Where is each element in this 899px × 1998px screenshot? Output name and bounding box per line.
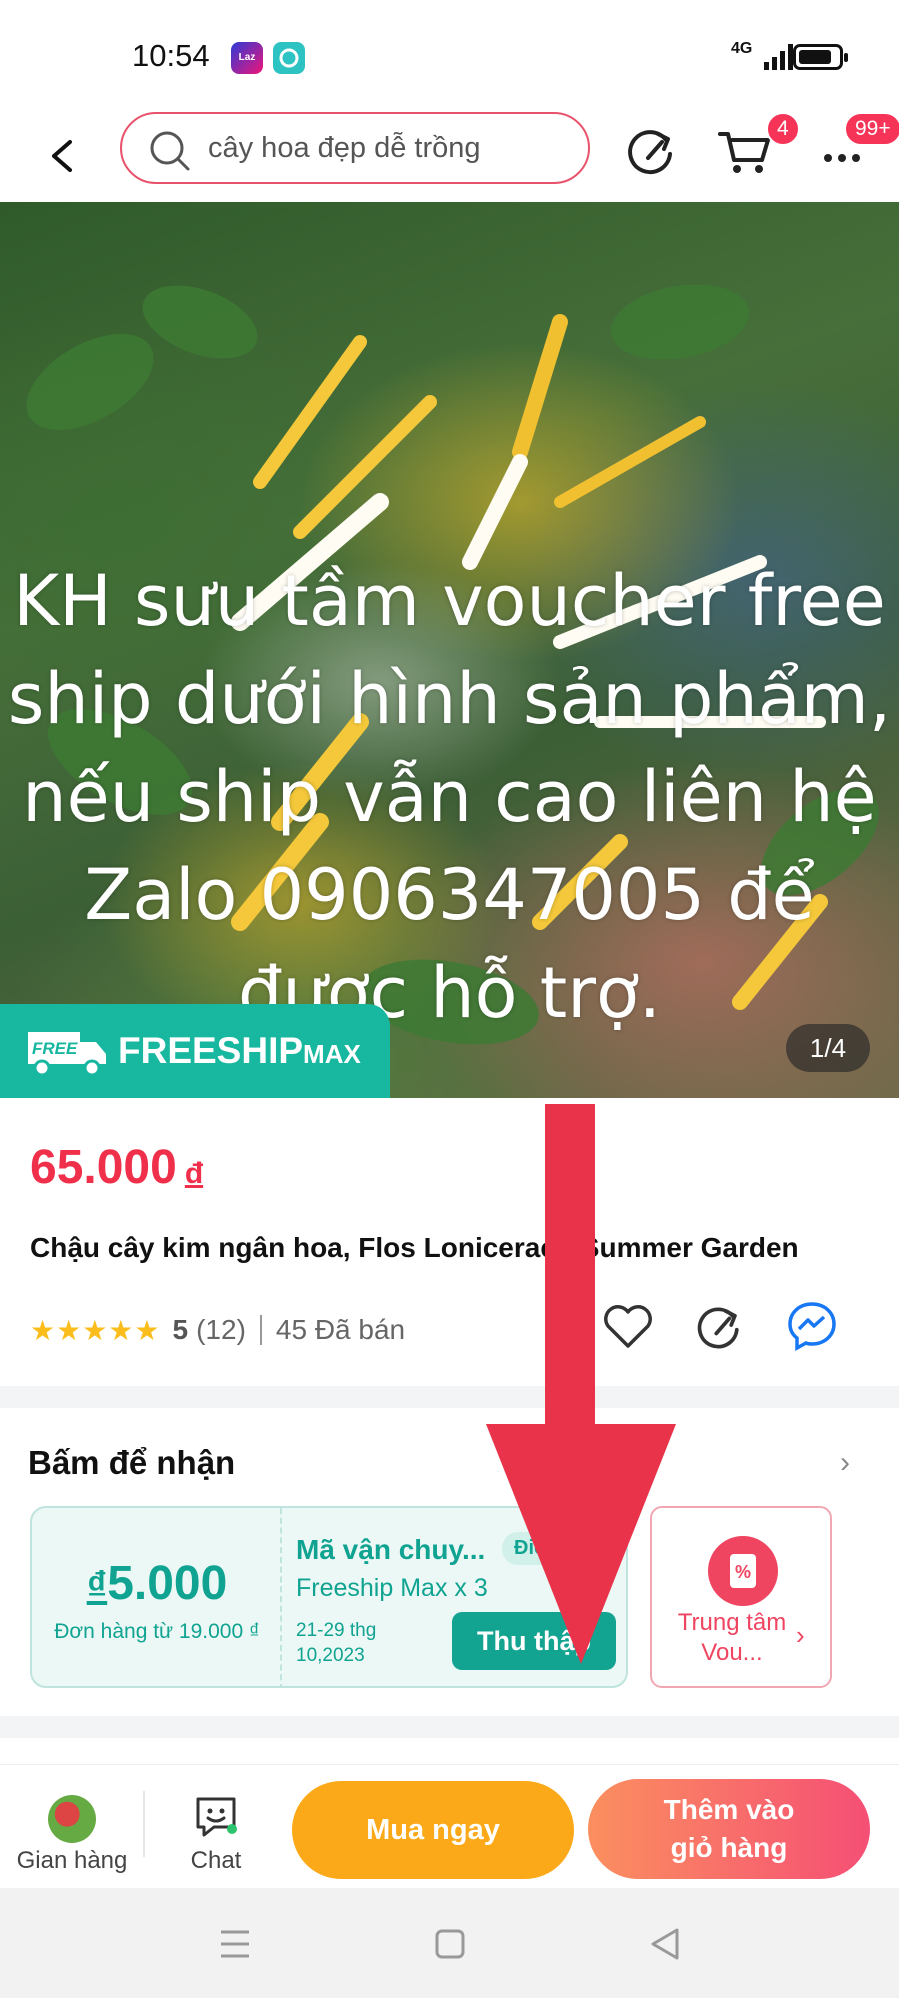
voucher-currency: ₫	[86, 1564, 108, 1608]
section-divider	[0, 1386, 899, 1408]
image-counter: 1/4	[786, 1024, 870, 1072]
voucher-amount-value: 5.000	[107, 1557, 228, 1610]
recent-apps-button[interactable]	[215, 1924, 255, 1964]
chevron-left-icon	[52, 140, 72, 172]
freeship-max-label: MAX	[303, 1039, 361, 1069]
battery-icon	[793, 44, 848, 70]
rating-stars: ★★★★★	[30, 1314, 161, 1346]
price-currency: đ	[184, 1157, 204, 1190]
freeship-label: FREESHIP	[118, 1030, 304, 1071]
zalo-app-icon	[273, 42, 305, 74]
home-button[interactable]	[430, 1924, 470, 1964]
svg-text:%: %	[735, 1562, 751, 1582]
system-nav-bar	[0, 1888, 899, 1998]
voucher-value-panel: ₫5.000 Đơn hàng từ 19.000 ₫	[32, 1508, 282, 1686]
product-image-carousel[interactable]: KH sưu tầm voucher free ship dưới hình s…	[0, 202, 899, 1098]
chat-icon	[196, 1797, 237, 1837]
share-icon	[697, 1307, 739, 1349]
notification-badge: 99+	[844, 112, 899, 146]
rating-row[interactable]: ★★★★★ 5 (12) 45 Đã bán	[30, 1310, 405, 1350]
store-button[interactable]: Gian hàng	[10, 1765, 134, 1887]
product-price: 65.000 đ	[30, 1140, 203, 1195]
freeship-max-banner: FREE FREESHIPMAX	[0, 1004, 390, 1098]
home-square-icon	[435, 1929, 465, 1959]
messenger-icon	[788, 1302, 836, 1351]
voucher-date: 21-29 thg 10,2023	[296, 1620, 377, 1666]
voucher-name: Mã vận chuy...	[296, 1534, 486, 1565]
rating-value: 5	[172, 1314, 189, 1345]
store-label: Gian hàng	[16, 1847, 128, 1874]
search-input[interactable]: cây hoa đẹp dễ trồng	[120, 112, 590, 184]
voucher-section-title: Bấm để nhận	[28, 1444, 236, 1481]
voucher-center-chevron: ›	[796, 1620, 805, 1650]
hero-overlay-text: KH sưu tầm voucher free ship dưới hình s…	[7, 560, 892, 1034]
red-arrow-annotation	[486, 1104, 676, 1664]
share-icon	[628, 130, 672, 175]
system-back-button[interactable]	[645, 1924, 685, 1964]
network-type: 4G	[731, 40, 753, 57]
review-count: (12)	[196, 1314, 246, 1345]
chat-button[interactable]: Chat	[166, 1765, 266, 1887]
voucher-min-order: Đơn hàng từ 19.000 ₫	[54, 1620, 260, 1643]
voucher-ticket-icon: %	[708, 1536, 778, 1606]
voucher-amount: ₫5.000	[32, 1556, 282, 1611]
back-triangle-icon	[651, 1928, 679, 1960]
search-query: cây hoa đẹp dễ trồng	[208, 132, 481, 164]
voucher-subtitle: Freeship Max x 3	[296, 1574, 488, 1602]
lazada-app-icon: Laz	[231, 42, 263, 74]
share-button[interactable]	[622, 120, 682, 180]
section-divider	[0, 1716, 899, 1738]
divider	[259, 1315, 262, 1345]
search-icon	[150, 131, 190, 171]
signal-icon	[764, 44, 793, 70]
menu-icon	[221, 1930, 249, 1958]
sold-count: 45 Đã bán	[275, 1314, 406, 1345]
cart-count-badge: 4	[766, 112, 800, 146]
bottom-action-bar: Gian hàng Chat Mua ngay Thêm vào giỏ hàn…	[0, 1764, 899, 1886]
divider	[143, 1791, 145, 1857]
voucher-section-chevron[interactable]: ›	[840, 1446, 850, 1480]
chat-label: Chat	[190, 1847, 242, 1874]
add-to-cart-line2: giỏ hàng	[670, 1832, 788, 1863]
add-to-cart-button[interactable]: Thêm vào giỏ hàng	[588, 1779, 870, 1879]
add-to-cart-line1: Thêm vào	[663, 1794, 795, 1825]
delivery-truck-icon: FREE	[28, 1032, 106, 1077]
clock: 10:54	[132, 38, 210, 73]
messenger-share-button[interactable]	[784, 1298, 840, 1354]
buy-now-button[interactable]: Mua ngay	[292, 1781, 574, 1879]
top-header: cây hoa đẹp dễ trồng 4 99+	[0, 110, 899, 202]
store-avatar	[48, 1795, 96, 1843]
svg-text:FREE: FREE	[32, 1039, 78, 1058]
share-product-button[interactable]	[692, 1298, 748, 1354]
back-button[interactable]	[40, 124, 84, 188]
status-bar: 10:54 Laz 4G	[0, 0, 899, 110]
price-value: 65.000	[30, 1141, 177, 1194]
